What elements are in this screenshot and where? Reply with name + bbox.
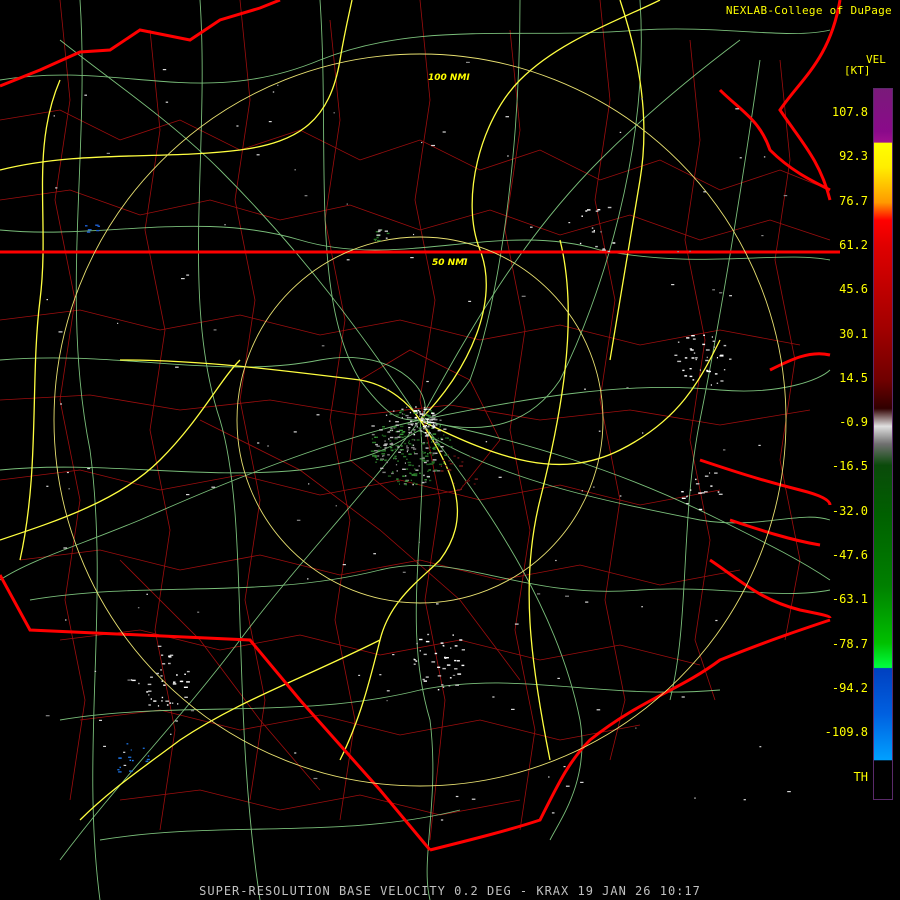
colorbar-tick: -32.0 — [831, 503, 868, 518]
colorbar-tick: -78.7 — [831, 636, 868, 651]
colorbar-tick: -0.9 — [839, 415, 868, 430]
colorbar-tick: -16.5 — [831, 459, 868, 474]
colorbar-tick: 30.1 — [839, 326, 868, 341]
range-label-inner: 50 NMI — [432, 258, 468, 268]
colorbar-tick: 61.2 — [839, 237, 868, 252]
product-footer: SUPER-RESOLUTION BASE VELOCITY 0.2 DEG -… — [199, 884, 701, 898]
colorbar-tick: 76.7 — [839, 193, 868, 208]
colorbar-tick: 92.3 — [839, 149, 868, 164]
colorbar-unit: [KT] — [844, 64, 871, 77]
colorbar-tick: 14.5 — [839, 370, 868, 385]
colorbar-tick: 107.8 — [831, 105, 868, 119]
colorbar-tick: 45.6 — [839, 282, 868, 297]
colorbar-tick: -109.8 — [824, 725, 868, 740]
colorbar-tick: TH — [853, 769, 868, 784]
velocity-colorbar — [873, 88, 893, 800]
colorbar-tick: -63.1 — [831, 592, 868, 607]
colorbar-tick: -47.6 — [831, 548, 868, 562]
colorbar-tick: -94.2 — [831, 680, 868, 695]
range-label-outer: 100 NMI — [428, 73, 470, 83]
credit-label: NEXLAB-College of DuPage — [725, 4, 892, 17]
radar-map — [0, 0, 900, 900]
